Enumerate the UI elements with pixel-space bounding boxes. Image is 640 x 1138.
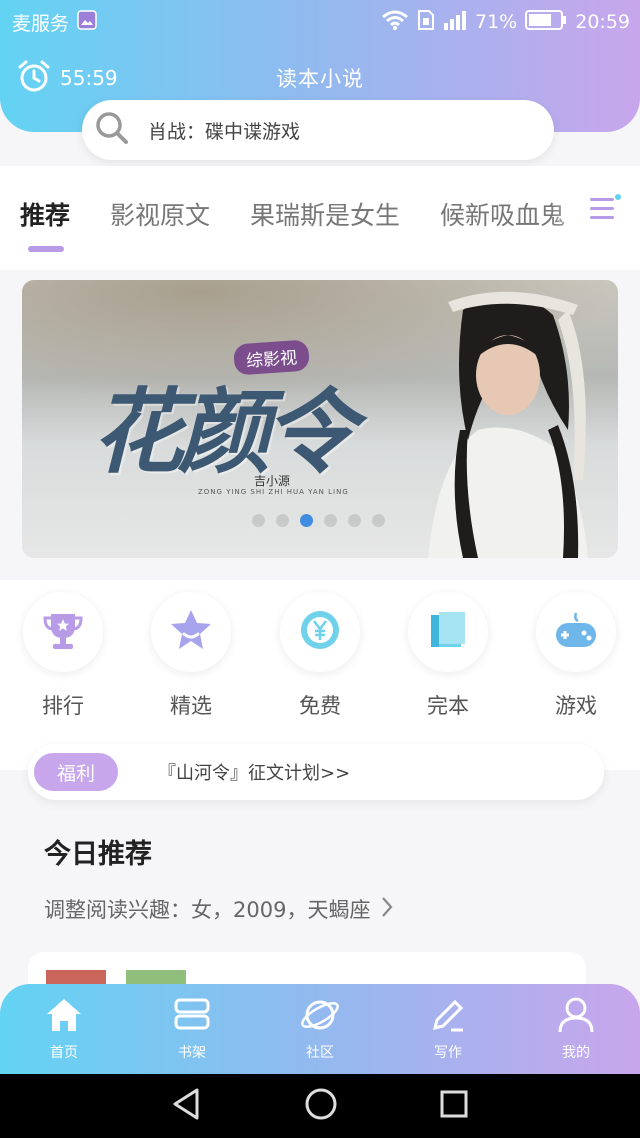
category-grid: 排行 精选 免费 完本 游戏 — [0, 580, 640, 770]
profile-icon — [555, 994, 597, 1040]
battery-icon — [525, 9, 567, 36]
nav-community-label: 社区 — [306, 1045, 334, 1061]
yen-icon — [297, 607, 343, 657]
category-games-label: 游戏 — [555, 694, 597, 718]
promo-banner[interactable]: 综影视 花颜令 吉小源 ZONG YING SHI ZHI HUA YAN LI… — [22, 280, 618, 558]
nav-community[interactable]: 社区 — [256, 984, 384, 1074]
nav-bookshelf-label: 书架 — [178, 1045, 206, 1061]
recents-icon[interactable] — [439, 1089, 469, 1123]
tab-story-2[interactable]: 果瑞斯是女生 — [250, 196, 400, 232]
banner-character-image — [428, 291, 588, 558]
wifi-icon — [381, 9, 409, 36]
bottom-navigation: 首页 书架 社区 写作 我的 — [0, 984, 640, 1074]
search-hint: 肖战：碟中谍游戏 — [148, 120, 301, 143]
pen-icon — [427, 994, 469, 1040]
chevron-right-icon — [380, 895, 394, 924]
interest-adjust-label: 调整阅读兴趣：女，2009，天蝎座 — [44, 898, 371, 922]
category-free-label: 免费 — [299, 694, 341, 718]
category-featured-label: 精选 — [170, 694, 212, 718]
tab-story-3[interactable]: 候新吸血鬼 — [440, 196, 565, 232]
banner-author: 吉小源 — [254, 474, 291, 488]
status-bar: 麦服务 71% 20:59 — [0, 0, 640, 44]
category-featured[interactable]: 精选 — [141, 592, 241, 720]
tab-recommend[interactable]: 推荐 — [20, 196, 70, 252]
battery-percent: 71% — [475, 11, 518, 33]
carousel-dot[interactable] — [324, 514, 337, 527]
search-icon — [94, 110, 130, 150]
nav-home-label: 首页 — [50, 1045, 78, 1061]
nav-bookshelf[interactable]: 书架 — [128, 984, 256, 1074]
category-tabs: 推荐 影视原文 果瑞斯是女生 候新吸血鬼 — [0, 166, 640, 270]
system-navigation-bar — [0, 1074, 640, 1138]
book-icon — [425, 607, 471, 657]
banner-title: 花颜令 — [92, 378, 356, 486]
star-icon — [168, 607, 214, 657]
header-bar: 55:59 读本小说 — [0, 54, 640, 102]
search-bar[interactable]: 肖战：碟中谍游戏 — [82, 100, 554, 160]
category-free[interactable]: 免费 — [270, 592, 370, 720]
nav-write-label: 写作 — [434, 1045, 462, 1061]
carousel-dot[interactable] — [252, 514, 265, 527]
app-title: 读本小说 — [276, 67, 364, 91]
welfare-link[interactable]: 『山河令』征文计划>> — [158, 759, 350, 785]
carrier-label: 麦服务 — [12, 12, 70, 35]
category-games[interactable]: 游戏 — [526, 592, 626, 720]
category-ranking-label: 排行 — [42, 694, 84, 718]
bookshelf-icon — [171, 994, 213, 1040]
carousel-dot-active[interactable] — [300, 514, 313, 527]
interest-adjust-link[interactable]: 调整阅读兴趣：女，2009，天蝎座 — [44, 894, 394, 924]
tab-film-original[interactable]: 影视原文 — [110, 196, 210, 232]
back-icon[interactable] — [171, 1087, 203, 1125]
category-ranking[interactable]: 排行 — [13, 592, 113, 720]
category-completed[interactable]: 完本 — [398, 592, 498, 720]
category-completed-label: 完本 — [427, 694, 469, 718]
home-icon — [43, 994, 85, 1040]
gamepad-icon — [552, 607, 600, 657]
carousel-dot[interactable] — [348, 514, 361, 527]
gallery-icon — [77, 9, 97, 35]
carousel-indicator — [252, 514, 385, 527]
signal-icon — [443, 9, 467, 36]
menu-icon[interactable] — [588, 192, 622, 230]
welfare-badge: 福利 — [34, 753, 118, 791]
carousel-dot[interactable] — [276, 514, 289, 527]
planet-icon — [299, 994, 341, 1040]
carousel-dot[interactable] — [372, 514, 385, 527]
home-circle-icon[interactable] — [304, 1087, 338, 1125]
sim-icon — [417, 9, 435, 36]
welfare-bar[interactable]: 福利 『山河令』征文计划>> — [28, 744, 604, 800]
clock-time: 20:59 — [575, 11, 630, 33]
nav-home[interactable]: 首页 — [0, 984, 128, 1074]
banner-pinyin: ZONG YING SHI ZHI HUA YAN LING — [198, 488, 349, 496]
trophy-icon — [41, 608, 85, 656]
nav-write[interactable]: 写作 — [384, 984, 512, 1074]
nav-profile[interactable]: 我的 — [512, 984, 640, 1074]
nav-profile-label: 我的 — [562, 1045, 590, 1061]
section-title: 今日推荐 — [44, 839, 152, 870]
